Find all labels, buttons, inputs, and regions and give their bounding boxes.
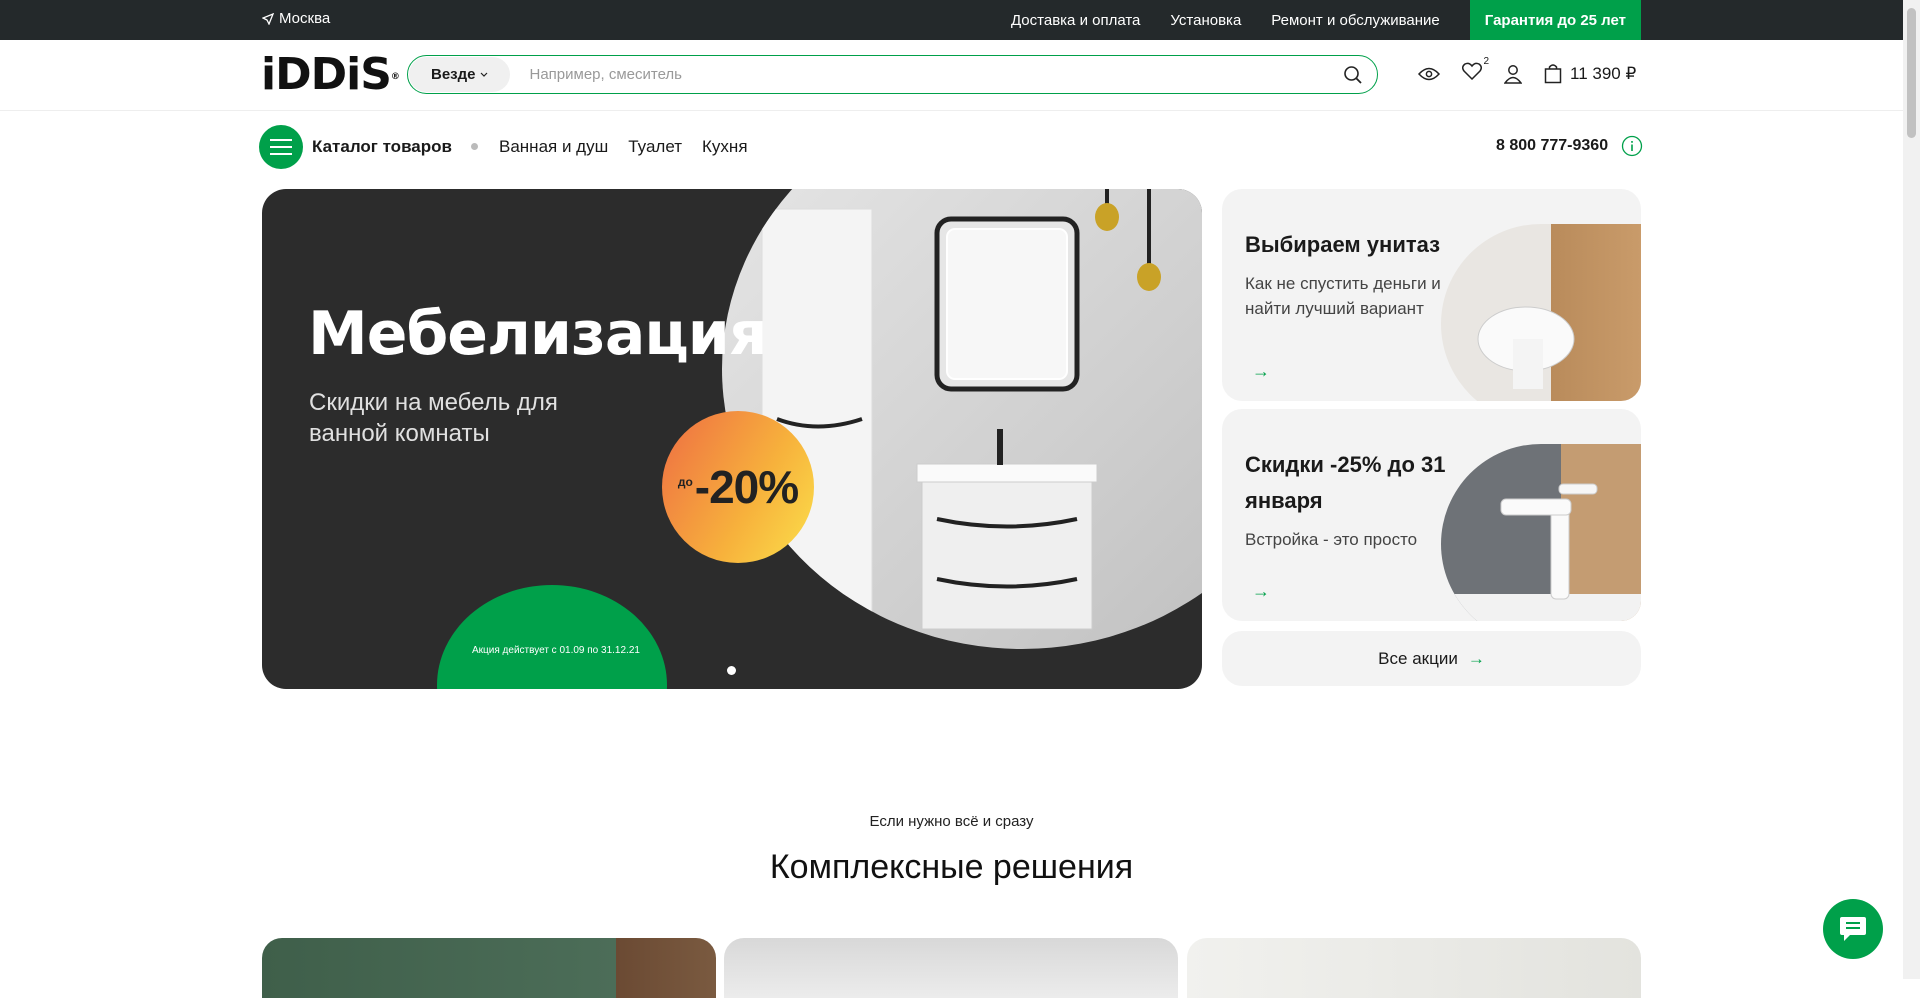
cart-total: 11 390 ₽ — [1570, 63, 1637, 83]
arrow-right-icon: → — [1252, 581, 1270, 601]
promo-card-title: Выбираем унитаз — [1245, 232, 1441, 257]
cart-button[interactable]: 11 390 ₽ — [1544, 64, 1636, 84]
solution-card-1[interactable] — [262, 938, 716, 998]
favorites-button[interactable]: 2 — [1461, 56, 1489, 85]
guarantee-link[interactable]: Гарантия до 25 лет — [1469, 0, 1641, 40]
hero-banner[interactable]: Мебелизация Скидки на мебель для ванной … — [262, 189, 1202, 689]
header-actions: 2 11 390 ₽ — [1418, 56, 1636, 85]
arrow-right-icon: → — [1252, 361, 1270, 381]
nav-link-bath[interactable]: Ванная и душ — [499, 137, 608, 157]
solution-card-2[interactable] — [724, 938, 1178, 998]
carousel-dot[interactable] — [727, 666, 736, 675]
nav-link-kitchen[interactable]: Кухня — [702, 137, 748, 157]
catalog-menu-button[interactable] — [259, 125, 303, 169]
chat-bubble-icon — [1840, 917, 1866, 941]
cart-bag-icon — [1544, 63, 1562, 83]
promo-card-toilet[interactable]: Выбираем унитаз Как не спустить деньги и… — [1222, 189, 1641, 401]
chat-button[interactable] — [1823, 899, 1883, 959]
location-arrow-icon — [262, 12, 274, 25]
section-title: Комплексные решения — [769, 848, 1134, 886]
hero-subtitle: Скидки на мебель для ванной комнаты — [309, 389, 558, 447]
section-subtitle: Если нужно всё и сразу — [869, 813, 1034, 830]
discount-badge: до -20% — [662, 411, 814, 563]
delivery-link[interactable]: Доставка и оплата — [1011, 12, 1140, 29]
header: iDDiS ® Везде Например, смеситель 2 11 39… — [0, 40, 1903, 111]
logo-text: iDDiS — [261, 49, 392, 100]
scrollbar-thumb[interactable] — [1907, 8, 1916, 138]
search-input[interactable]: Например, смеситель — [530, 66, 1344, 83]
phone-number[interactable]: 8 800 777-9360 — [1496, 137, 1608, 155]
solution-card-3[interactable] — [1187, 938, 1641, 998]
repair-link[interactable]: Ремонт и обслуживание — [1271, 12, 1439, 29]
heart-icon — [1461, 62, 1483, 81]
catalog-label[interactable]: Каталог товаров — [312, 137, 452, 157]
bathroom-furniture-illustration — [761, 189, 1161, 649]
top-bar: Москва Доставка и оплата Установка Ремон… — [0, 0, 1903, 40]
hero-product-image — [722, 189, 1202, 649]
favorites-count: 2 — [1483, 56, 1489, 67]
search-scope-label: Везде — [431, 66, 476, 83]
user-icon[interactable] — [1504, 64, 1522, 84]
promo-card-text: Встройка - это просто — [1245, 530, 1418, 549]
top-links: Доставка и оплата Установка Ремонт и обс… — [1011, 0, 1903, 40]
promo-dates-note: Акция действует с 01.09 по 31.12.21 — [472, 645, 640, 656]
logo-mark: ® — [390, 72, 400, 82]
eye-icon[interactable] — [1418, 67, 1440, 81]
search-scope-select[interactable]: Везде — [409, 57, 510, 92]
arrow-right-icon: → — [1467, 648, 1485, 668]
nav-link-toilet[interactable]: Туалет — [628, 137, 682, 157]
promo-card-discount[interactable]: Скидки -25% до 31 января Встройка - это … — [1222, 409, 1641, 621]
logo[interactable]: iDDiS ® — [261, 53, 400, 97]
search-icon[interactable] — [1343, 65, 1363, 85]
search-bar: Везде Например, смеситель — [407, 55, 1378, 94]
installation-link[interactable]: Установка — [1170, 12, 1241, 29]
info-icon[interactable] — [1621, 135, 1643, 157]
promo-card-text: Как не спустить деньги и найти лучший ва… — [1245, 274, 1441, 318]
main-nav: Каталог товаров Ванная и душ Туалет Кухн… — [0, 125, 1903, 169]
nav-separator — [471, 143, 478, 150]
discount-prefix: до — [677, 475, 693, 489]
page-scrollbar[interactable] — [1903, 0, 1920, 979]
city-selector[interactable]: Москва — [262, 10, 330, 27]
green-decoration — [437, 585, 667, 689]
hero-title: Мебелизация — [308, 299, 767, 369]
category-links: Ванная и душ Туалет Кухня — [499, 137, 748, 157]
all-promos-label: Все акции — [1378, 648, 1458, 668]
city-label: Москва — [279, 10, 331, 27]
chevron-down-icon — [480, 72, 487, 77]
discount-value: -20% — [694, 461, 799, 513]
all-promos-button[interactable]: Все акции → — [1222, 631, 1641, 686]
